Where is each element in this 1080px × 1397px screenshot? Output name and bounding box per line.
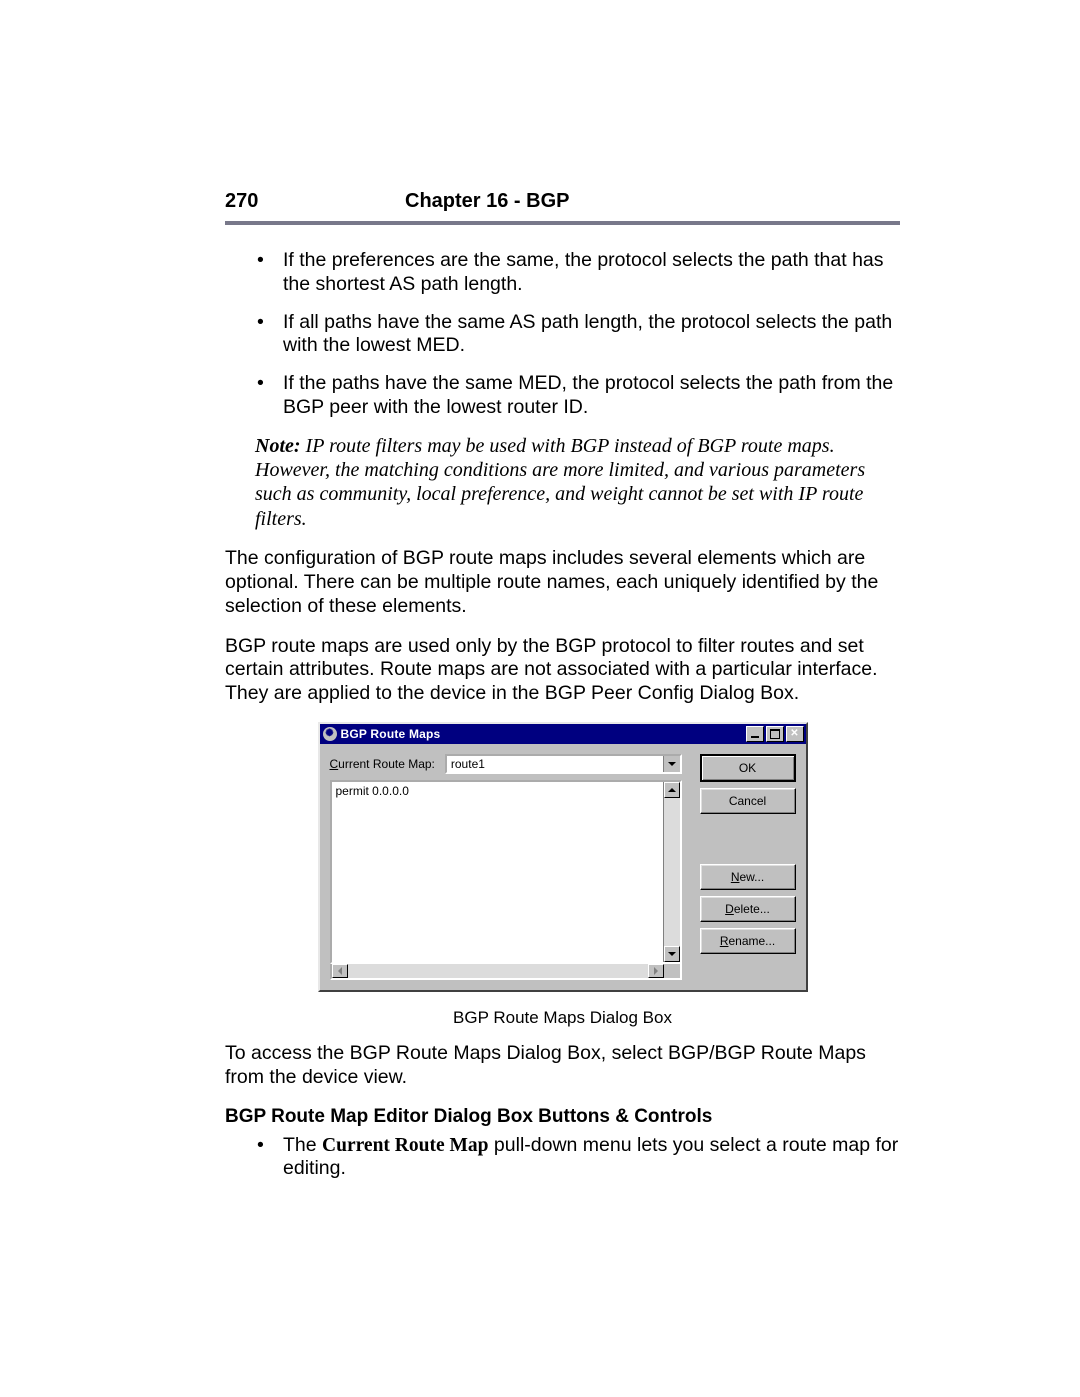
combo-value: route1 — [447, 756, 663, 772]
close-button[interactable]: ✕ — [786, 726, 804, 742]
page-number: 270 — [225, 190, 405, 213]
vertical-scrollbar[interactable] — [663, 782, 680, 962]
ok-button[interactable]: OK — [700, 754, 796, 782]
current-route-map-row: Current Route Map: route1 — [330, 754, 682, 774]
paragraph: The configuration of BGP route maps incl… — [225, 547, 900, 618]
chevron-left-icon — [338, 967, 342, 975]
bullet-list-path-selection: If the preferences are the same, the pro… — [225, 249, 900, 420]
list-item: If all paths have the same AS path lengt… — [257, 311, 900, 359]
list-item: If the paths have the same MED, the prot… — [257, 372, 900, 420]
scroll-track[interactable] — [664, 798, 680, 946]
delete-button[interactable]: Delete... — [700, 896, 796, 922]
dialog-titlebar[interactable]: ✺ BGP Route Maps ✕ — [320, 724, 806, 744]
scroll-left-button[interactable] — [332, 964, 348, 978]
paragraph: To access the BGP Route Maps Dialog Box,… — [225, 1042, 900, 1090]
header-divider — [225, 221, 900, 225]
scroll-down-button[interactable] — [664, 946, 680, 962]
dialog-button-column: OK Cancel New... Delete... Rename... — [700, 754, 796, 980]
spacer — [700, 820, 796, 864]
scroll-right-button[interactable] — [648, 964, 664, 978]
dialog-body: Current Route Map: route1 permit 0.0.0.0 — [320, 744, 806, 990]
figure-caption: BGP Route Maps Dialog Box — [225, 1008, 900, 1028]
app-icon: ✺ — [323, 727, 337, 741]
window-controls: ✕ — [746, 726, 804, 742]
paragraph: BGP route maps are used only by the BGP … — [225, 635, 900, 706]
chapter-title: Chapter 16 - BGP — [405, 190, 569, 213]
note-text: IP route filters may be used with BGP in… — [255, 435, 865, 530]
maximize-button[interactable] — [766, 726, 784, 742]
bullet-list-controls: The Current Route Map pull-down menu let… — [225, 1134, 900, 1182]
scroll-track[interactable] — [348, 964, 648, 978]
chevron-up-icon — [668, 788, 676, 792]
page-header: 270 Chapter 16 - BGP — [225, 190, 900, 213]
document-page: 270 Chapter 16 - BGP If the preferences … — [0, 0, 1080, 1397]
text-bold: Current Route Map — [322, 1135, 488, 1156]
chevron-right-icon — [654, 967, 658, 975]
minimize-button[interactable] — [746, 726, 764, 742]
new-button[interactable]: New... — [700, 864, 796, 890]
horizontal-scrollbar[interactable] — [330, 964, 682, 980]
section-heading: BGP Route Map Editor Dialog Box Buttons … — [225, 1106, 900, 1128]
scroll-corner — [664, 964, 680, 978]
note-block: Note: IP route filters may be used with … — [255, 434, 900, 532]
dialog-left-column: Current Route Map: route1 permit 0.0.0.0 — [330, 754, 682, 980]
chevron-down-icon — [668, 952, 676, 956]
dialog-title: BGP Route Maps — [341, 727, 746, 741]
bgp-route-maps-dialog: ✺ BGP Route Maps ✕ Current Route Map: ro… — [318, 722, 808, 992]
scroll-up-button[interactable] — [664, 782, 680, 798]
text-pre: The — [283, 1134, 322, 1156]
list-content: permit 0.0.0.0 — [332, 782, 663, 962]
cancel-button[interactable]: Cancel — [700, 788, 796, 814]
chevron-down-icon — [668, 762, 676, 766]
list-item: If the preferences are the same, the pro… — [257, 249, 900, 297]
list-item[interactable]: permit 0.0.0.0 — [336, 784, 659, 798]
route-map-list-area: permit 0.0.0.0 — [330, 780, 682, 980]
figure-dialog: ✺ BGP Route Maps ✕ Current Route Map: ro… — [225, 722, 900, 992]
rename-button[interactable]: Rename... — [700, 928, 796, 954]
list-item: The Current Route Map pull-down menu let… — [257, 1134, 900, 1182]
combo-arrow-button[interactable] — [663, 756, 680, 772]
note-label: Note: — [255, 435, 301, 457]
route-map-listbox[interactable]: permit 0.0.0.0 — [330, 780, 682, 964]
current-route-map-combo[interactable]: route1 — [445, 754, 682, 774]
current-route-map-label: Current Route Map: — [330, 757, 435, 771]
